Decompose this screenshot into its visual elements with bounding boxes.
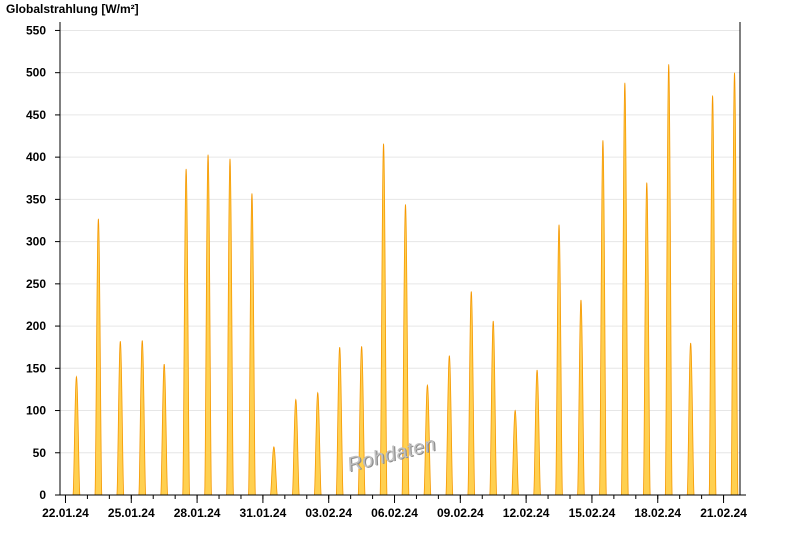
y-axis-ticks: 0 50 100 150 200 250 300 350 400 450 500 550: [26, 23, 60, 502]
day-peak: [445, 355, 454, 496]
day-peak: [621, 82, 629, 496]
day-peak: [116, 341, 125, 496]
day-peak: [182, 168, 190, 496]
day-peak: [379, 143, 388, 496]
x-tick-label: 25.01.24: [108, 506, 155, 520]
y-tick-label: 550: [26, 23, 46, 37]
day-peak: [138, 340, 147, 496]
y-tick-label: 100: [26, 404, 46, 418]
day-peak: [204, 154, 212, 496]
day-peak: [160, 363, 169, 496]
y-tick-label: 450: [26, 108, 46, 122]
x-tick-label: 22.01.24: [42, 506, 89, 520]
day-peak: [577, 299, 585, 496]
chart-area: 0 50 100 150 200 250 300 350 400 450 500 550 22.01.…: [26, 22, 747, 520]
radiation-series: [72, 64, 739, 496]
y-tick-label: 250: [26, 277, 46, 291]
y-tick-label: 300: [26, 235, 46, 249]
x-tick-label: 21.02.24: [700, 506, 747, 520]
x-tick-label: 18.02.24: [634, 506, 681, 520]
y-tick-label: 150: [26, 361, 46, 375]
day-peak: [467, 291, 476, 496]
x-tick-label: 09.02.24: [437, 506, 484, 520]
y-tick-label: 200: [26, 319, 46, 333]
day-peak: [72, 375, 81, 496]
y-tick-label: 400: [26, 150, 46, 164]
day-peak: [533, 369, 541, 496]
x-tick-label: 28.01.24: [174, 506, 221, 520]
day-peak: [226, 158, 234, 496]
x-tick-label: 31.01.24: [240, 506, 287, 520]
x-tick-label: 06.02.24: [371, 506, 418, 520]
day-peak: [248, 193, 256, 496]
day-peak: [708, 95, 717, 496]
x-tick-label: 12.02.24: [503, 506, 550, 520]
x-axis-ticks: 22.01.24 25.01.24 28.01.24 31.01.24 03.02.24…: [42, 495, 747, 520]
day-peak: [270, 446, 278, 496]
x-tick-label: 15.02.24: [569, 506, 616, 520]
x-tick-label: 03.02.24: [305, 506, 352, 520]
y-tick-label: 50: [33, 446, 47, 460]
y-tick-label: 350: [26, 192, 46, 206]
day-peak: [313, 391, 322, 496]
day-peak: [664, 64, 673, 496]
day-peak: [555, 224, 563, 496]
day-peak: [291, 398, 300, 496]
y-tick-label: 500: [26, 66, 46, 80]
day-peak: [94, 218, 103, 496]
day-peak: [686, 342, 695, 496]
day-peak: [335, 347, 344, 496]
day-peak: [642, 182, 651, 496]
day-peak: [599, 140, 607, 496]
gridlines: [60, 29, 740, 454]
y-tick-label: 0: [39, 488, 46, 502]
day-peak: [489, 320, 498, 496]
